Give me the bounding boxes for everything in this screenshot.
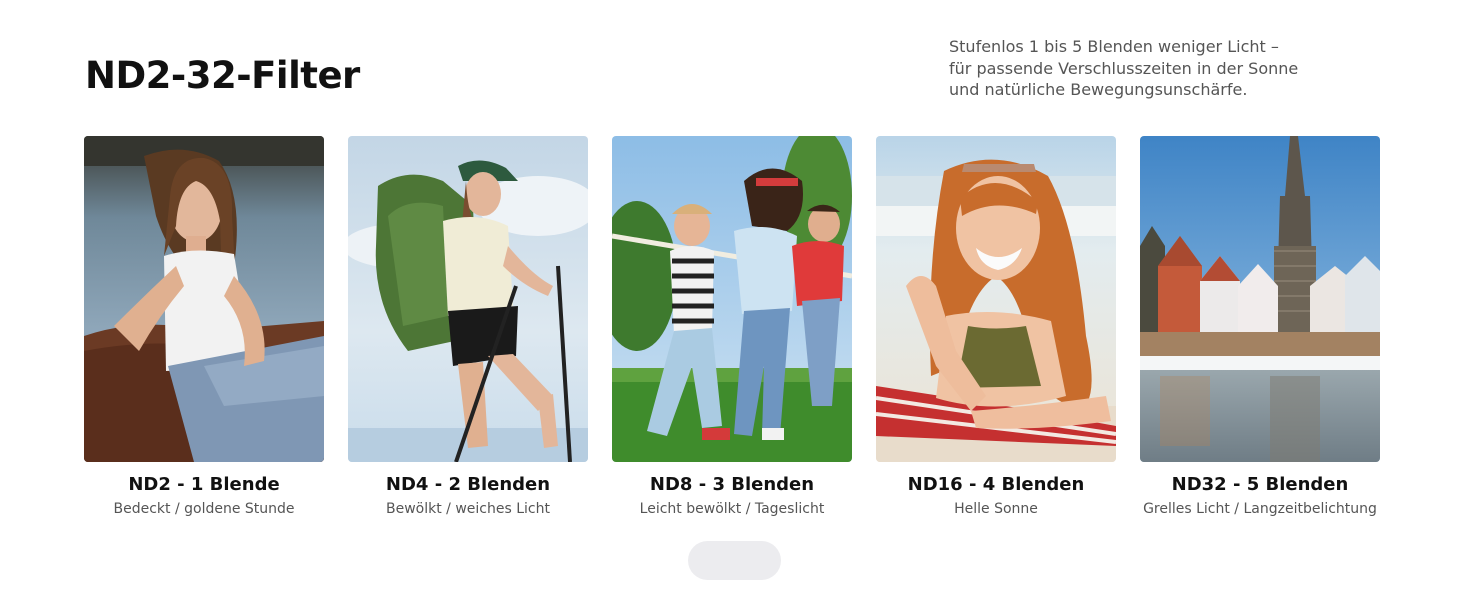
card-title: ND4 - 2 Blenden bbox=[385, 474, 551, 495]
card-subtitle: Grelles Licht / Langzeitbelichtung bbox=[1143, 501, 1377, 517]
card-subtitle: Leicht bewölkt / Tageslicht bbox=[639, 501, 825, 517]
card-subtitle: Bedeckt / goldene Stunde bbox=[113, 501, 295, 517]
intro-text: Stufenlos 1 bis 5 Blenden weniger Licht … bbox=[949, 36, 1369, 101]
woman-leaning-on-log-photo bbox=[84, 136, 324, 462]
intro-line: für passende Verschlusszeiten in der Son… bbox=[949, 58, 1299, 78]
cathedral-river-town-photo bbox=[1140, 136, 1380, 462]
carousel-pager-button[interactable] bbox=[688, 541, 781, 580]
filter-card-nd4: ND4 - 2 Blenden Bewölkt / weiches Licht bbox=[348, 136, 588, 518]
filter-card-nd16: ND16 - 4 Blenden Helle Sonne bbox=[876, 136, 1116, 518]
page-title: ND2-32-Filter bbox=[85, 54, 360, 97]
filter-card-nd2: ND2 - 1 Blende Bedeckt / goldene Stunde bbox=[84, 136, 324, 518]
filter-card-nd8: ND8 - 3 Blenden Leicht bewölkt / Tagesli… bbox=[612, 136, 852, 518]
card-title: ND8 - 3 Blenden bbox=[649, 474, 815, 495]
intro-line: Stufenlos 1 bis 5 Blenden weniger Licht … bbox=[949, 37, 1279, 56]
hiker-with-backpack-photo bbox=[348, 136, 588, 462]
smiling-woman-on-beach-photo bbox=[876, 136, 1116, 462]
children-tug-of-war-photo bbox=[612, 136, 852, 462]
card-subtitle: Helle Sonne bbox=[954, 501, 1038, 517]
card-title: ND32 - 5 Blenden bbox=[1171, 474, 1349, 495]
card-subtitle: Bewölkt / weiches Licht bbox=[386, 501, 550, 517]
filter-card-nd32: ND32 - 5 Blenden Grelles Licht / Langzei… bbox=[1140, 136, 1380, 518]
intro-line: und natürliche Bewegungsunschärfe. bbox=[949, 80, 1248, 99]
card-title: ND2 - 1 Blende bbox=[128, 474, 280, 495]
card-title: ND16 - 4 Blenden bbox=[907, 474, 1085, 495]
